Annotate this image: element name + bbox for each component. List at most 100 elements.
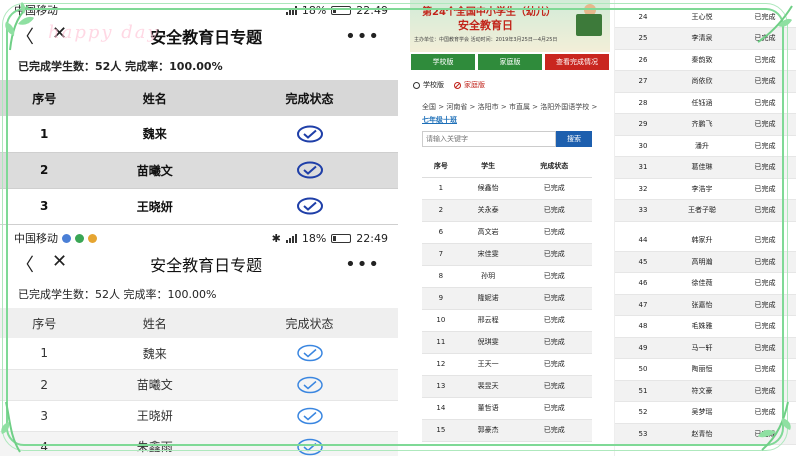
row-number: 2 [0,152,89,189]
row-name: 王心悦 [671,6,733,28]
row-status: 已完成 [733,380,796,402]
status-bar: 中国移动 ✱ 18% 22:49 [0,228,398,248]
carrier-label: 中国移动 [14,4,58,17]
table-row: 26 秦韵致 已完成 [615,49,796,71]
row-status: 已完成 [733,315,796,338]
close-icon[interactable]: ✕ [52,23,67,49]
table-row: 10 邢云程 已完成 [422,309,592,332]
battery-percent: 18% [301,3,327,17]
row-number: 28 [615,92,671,114]
app-notification-icon [88,233,97,243]
table-row: 24 王心悦 已完成 [615,6,796,28]
book-illustration-icon [576,14,602,36]
row-status: 已完成 [516,397,592,420]
row-status: 已完成 [516,177,592,200]
row-number: 6 [422,221,460,244]
row-name: 赵青怡 [671,423,733,445]
table-row: 49 马一轩 已完成 [615,337,796,359]
row-name: 倪琪雯 [459,331,517,354]
row-name: 魏来 [88,338,222,370]
table-row: 1 候鑫怡 已完成 [422,177,592,200]
tab-home-version[interactable]: 家庭版 [478,54,542,70]
row-number: 10 [422,309,460,332]
row-name: 秦韵致 [671,49,733,71]
col-header-status: 完成状态 [221,308,398,338]
row-number: 13 [422,375,460,398]
student-list-group-2: 44 韩家升 已完成 45 高明瀚 已完成 46 徐佳薇 已完成 47 张嘉怡 已完成 48 毛姝… [615,229,796,446]
table-row: 13 裴昱天 已完成 [422,375,592,398]
row-name: 马一轩 [671,337,733,359]
row-number: 11 [422,331,460,354]
row-status: 已完成 [516,375,592,398]
table-row: 28 任钰涵 已完成 [615,92,796,114]
battery-icon [331,233,352,243]
row-number: 51 [615,380,671,402]
row-number: 52 [615,401,671,424]
check-circle-icon [296,125,323,143]
row-number: 1 [422,177,460,200]
row-status: 已完成 [733,337,796,359]
search-input[interactable] [422,131,556,147]
web-page-panel: 第24个全国中小学生（幼儿） 安全教育日 主办单位：中国教育学会 活动时间：20… [410,0,610,456]
table-row: 31 葛佳琳 已完成 [615,156,796,179]
table-row: 1 魏来 [0,338,398,370]
clock: 22:49 [356,3,388,17]
radio-home[interactable]: 家庭版 [454,80,485,90]
check-circle-icon [296,407,323,424]
row-name: 苗曦文 [88,152,222,189]
row-name: 符文豪 [671,380,733,402]
row-name: 葛佳琳 [671,156,733,179]
tab-school-version[interactable]: 学校版 [411,54,475,70]
banner-title: 第24个全国中小学生（幼儿） [422,7,556,18]
table-row: 51 符文豪 已完成 [615,380,796,402]
row-number: 32 [615,178,671,200]
row-status: 已完成 [733,27,796,50]
table-row: 7 宋佳雯 已完成 [422,243,592,266]
row-status: 已完成 [733,178,796,200]
row-status: 已完成 [516,243,592,266]
row-name: 朱鑫雨 [88,431,222,456]
table-row: 15 郭豪杰 已完成 [422,419,592,442]
class-link[interactable]: 七年级十班 [410,115,610,125]
banner-meta: 主办单位：中国教育学会 活动时间：2019年3月25日—4月25日 [414,37,558,43]
row-name: 张嘉怡 [671,294,733,316]
breadcrumb[interactable]: 全国 > 河南省 > 洛阳市 > 市直属 > 洛阳外国语学校 > [410,102,610,112]
row-number: 25 [615,27,671,50]
row-name: 李清泉 [671,27,733,50]
row-number: 31 [615,156,671,179]
row-status: 已完成 [733,113,796,136]
signal-icon [285,233,297,243]
row-status: 已完成 [516,309,592,332]
status-bar: 中国移动 18% 22:49 [0,0,398,20]
col-header-number: 序号 [0,308,89,338]
chevron-left-icon[interactable]: 〈 [16,23,34,49]
student-table: 序号 姓名 完成状态 1 魏来 2 苗曦文 3 王晓妍 [0,80,398,225]
row-status: 已完成 [733,401,796,424]
radio-school[interactable]: 学校版 [413,80,444,90]
row-name: 王天一 [459,353,517,376]
tab-view-completion[interactable]: 查看完成情况 [545,54,609,70]
completion-summary: 已完成学生数：52人 完成率：100.00% [18,60,223,73]
row-number: 46 [615,272,671,295]
table-row: 52 吴梦瑶 已完成 [615,401,796,424]
row-name: 徐佳薇 [671,272,733,295]
row-number: 49 [615,337,671,359]
row-name: 韩家升 [671,229,733,252]
close-icon[interactable]: ✕ [52,251,67,277]
row-status: 已完成 [516,353,592,376]
table-row: 2 关永泰 已完成 [422,199,592,222]
row-status: 已完成 [516,419,592,442]
row-number: 29 [615,113,671,136]
row-name: 毛姝雅 [671,315,733,338]
event-banner: 第24个全国中小学生（幼儿） 安全教育日 主办单位：中国教育学会 活动时间：20… [410,0,610,52]
search-button[interactable]: 搜索 [556,131,592,147]
more-icon[interactable]: ••• [345,26,380,47]
row-number: 3 [0,400,89,432]
check-circle-icon [296,161,323,179]
table-row: 8 孙玥 已完成 [422,265,592,288]
chevron-left-icon[interactable]: 〈 [16,251,34,277]
web-student-table: 序号 学生 完成状态 1 候鑫怡 已完成 2 关永泰 已完成 6 高文岩 已完成 7 宋佳雯已… [422,155,592,442]
signal-icon [285,5,297,15]
more-icon[interactable]: ••• [345,254,380,275]
row-name: 高文岩 [459,221,517,244]
